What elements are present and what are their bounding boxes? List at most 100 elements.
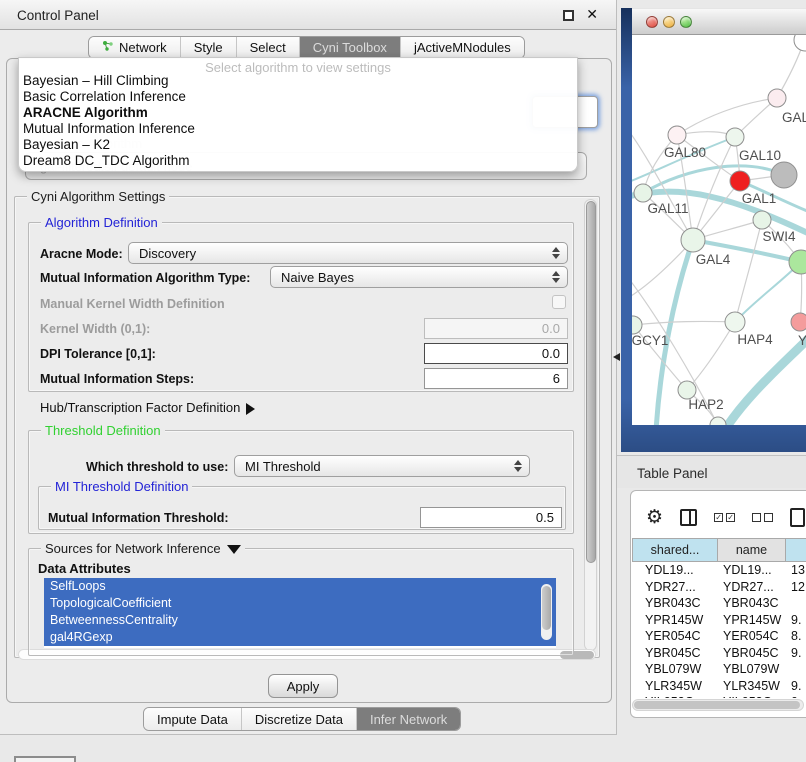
table-cell [786,595,806,612]
network-node-y[interactable] [791,313,806,331]
table-row[interactable]: YBR045CYBR045C9. [632,645,806,662]
network-node-gal[interactable] [768,89,786,107]
settings-group-title: Cyni Algorithm Settings [27,189,169,204]
column-header-shared-name[interactable]: shared... [632,538,718,562]
table-row[interactable]: YER054CYER054C8. [632,628,806,645]
algorithm-dropdown-popup: Select algorithm to view settings Bayesi… [18,57,578,172]
mi-steps-field[interactable]: 6 [424,368,568,389]
gear-icon[interactable]: ⚙ [646,508,663,527]
tab-discretize-data[interactable]: Discretize Data [242,708,357,730]
select-all-columns-icon[interactable]: ✓✓ [714,513,735,522]
hub-definition-expander[interactable]: Hub/Transcription Factor Definition [40,400,255,415]
table-cell: 0 [786,694,806,698]
algorithm-option[interactable]: Bayesian – K2 [19,137,577,153]
network-canvas[interactable]: GALGAL80GAL10GAL1GAL11SWI4GAL4GCY1HAP4YH… [632,35,806,425]
network-node-gal4[interactable] [681,228,705,252]
zoom-traffic-light-icon[interactable] [680,16,692,28]
attribute-list-item[interactable]: TopologicalCoefficient [44,595,556,612]
tab-infer-network[interactable]: Infer Network [357,708,460,730]
mi-algorithm-type-combo[interactable]: Naive Bayes [270,266,568,288]
docked-panel-icon[interactable] [14,756,76,762]
split-columns-icon[interactable] [680,509,697,526]
table-cell: YLR345W [632,678,718,695]
attributes-scrollbar-thumb[interactable] [542,586,551,630]
algorithm-option[interactable]: Basic Correlation Inference [19,89,577,105]
table-body: YDL19...YDL19...13YDR27...YDR27...12YBR0… [632,562,806,698]
network-edge [633,321,735,325]
aracne-mode-combo[interactable]: Discovery [128,242,568,264]
control-panel-window: Control Panel ✕ Network Style Select Cyn… [0,0,617,735]
combo-arrows-icon [514,460,522,472]
tab-select[interactable]: Select [237,37,300,58]
network-node[interactable] [710,417,726,425]
attribute-list-item[interactable]: SelfLoops [44,578,556,595]
table-row[interactable]: YBL079WYBL079W [632,661,806,678]
network-node[interactable] [771,162,797,188]
apply-button[interactable]: Apply [268,674,338,698]
kernel-width-field[interactable]: 0.0 [424,318,568,339]
table-cell: YLR345W [718,678,786,695]
mi-threshold-field[interactable]: 0.5 [420,507,562,528]
mi-algorithm-type-label: Mutual Information Algorithm Type: [40,271,250,285]
column-header-name[interactable]: name [718,538,786,562]
table-cell: YBR045C [718,645,786,662]
float-panel-icon[interactable] [563,10,574,21]
algorithm-option[interactable]: Bayesian – Hill Climbing [19,73,577,89]
mouse-cursor [613,353,620,361]
attribute-list-item[interactable]: BetweennessCentrality [44,612,556,629]
control-panel-titlebar[interactable]: Control Panel ✕ [0,0,616,30]
table-row[interactable]: YIL052CYIL052C0 [632,694,806,698]
table-row[interactable]: YDR27...YDR27...12 [632,579,806,596]
deselect-all-columns-icon[interactable] [752,513,773,522]
kernel-width-label: Kernel Width (0,1): [40,322,150,336]
close-traffic-light-icon[interactable] [646,16,658,28]
table-row[interactable]: YLR345WYLR345W9. [632,678,806,695]
manual-kernel-width-label: Manual Kernel Width Definition [40,297,225,311]
table-cell: YER054C [718,628,786,645]
network-edge [735,220,762,322]
network-window-titlebar[interactable] [632,8,806,35]
tab-style[interactable]: Style [181,37,237,58]
close-icon[interactable]: ✕ [586,6,598,23]
network-node-label: HAP2 [688,397,723,412]
data-attributes-label: Data Attributes [38,561,131,576]
column-header-cut[interactable] [786,538,806,562]
algorithm-option[interactable]: ARACNE Algorithm [19,105,577,121]
network-node-gal80[interactable] [668,126,686,144]
table-cell: YBR043C [632,595,718,612]
network-icon [102,40,114,55]
tab-network[interactable]: Network [89,37,181,58]
settings-vertical-scrollbar-thumb[interactable] [586,201,596,563]
network-node-hap4[interactable] [725,312,745,332]
network-node-gcy1[interactable] [632,316,642,334]
network-edge [724,335,806,425]
minimize-traffic-light-icon[interactable] [663,16,675,28]
tab-jactivemnodules[interactable]: jActiveMNodules [401,37,524,58]
algorithm-option[interactable]: Dream8 DC_TDC Algorithm [19,153,577,169]
network-edge [735,262,801,322]
table-cell: YIL052C [718,694,786,698]
table-cell: 9. [786,612,806,629]
table-row[interactable]: YDL19...YDL19...13 [632,562,806,579]
cyni-bottom-tabbar: Impute Data Discretize Data Infer Networ… [143,707,461,731]
network-node[interactable] [794,35,806,51]
attribute-list-item[interactable]: gal4RGexp [44,629,556,646]
network-node-gal11[interactable] [634,184,652,202]
table-cell: YPR145W [632,612,718,629]
which-threshold-combo[interactable]: MI Threshold [234,455,530,477]
expander-expanded-icon [227,545,241,554]
algorithm-option[interactable]: Mutual Information Inference [19,121,577,137]
table-row[interactable]: YPR145WYPR145W9. [632,612,806,629]
network-node-gal10[interactable] [726,128,744,146]
table-row[interactable]: YBR043CYBR043C [632,595,806,612]
table-horizontal-scrollbar-thumb[interactable] [634,701,800,709]
manual-kernel-width-checkbox[interactable] [552,295,566,309]
dpi-tolerance-field[interactable]: 0.0 [424,343,568,364]
new-table-icon[interactable] [790,508,805,527]
sources-group-title[interactable]: Sources for Network Inference [41,541,245,556]
network-node-swi4[interactable] [753,211,771,229]
tab-impute-data[interactable]: Impute Data [144,708,242,730]
network-node-gal1[interactable] [730,171,750,191]
table-cell: YDR27... [718,579,786,596]
tab-cyni-toolbox[interactable]: Cyni Toolbox [300,37,401,58]
